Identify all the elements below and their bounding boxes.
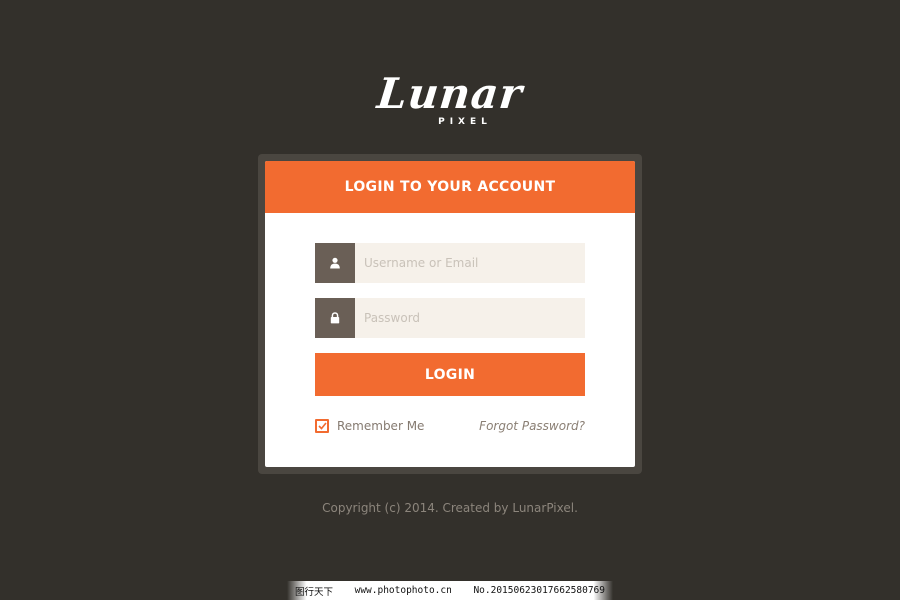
checkmark-icon	[317, 422, 327, 430]
login-button[interactable]: LOGIN	[315, 353, 585, 396]
watermark-strip: 图行天下 www.photophoto.cn No.20150623017662…	[287, 581, 613, 600]
logo-name: Lunar	[374, 69, 526, 118]
user-icon	[315, 243, 355, 283]
remember-me-checkbox[interactable]: Remember Me	[315, 419, 424, 433]
username-input[interactable]	[355, 243, 585, 283]
copyright-text: Copyright (c) 2014. Created by LunarPixe…	[322, 501, 578, 515]
login-card-title: LOGIN TO YOUR ACCOUNT	[265, 161, 635, 213]
login-card: LOGIN TO YOUR ACCOUNT LOGIN	[265, 161, 635, 467]
checkbox-box[interactable]	[315, 419, 329, 433]
password-input[interactable]	[355, 298, 585, 338]
watermark-number: No.20150623017662580769	[473, 585, 605, 596]
lock-icon	[315, 298, 355, 338]
brand-logo: Lunar PIXEL	[0, 69, 900, 128]
username-field	[315, 243, 585, 283]
logo-subtitle: PIXEL	[438, 117, 492, 127]
remember-me-label: Remember Me	[337, 419, 425, 433]
watermark-url: www.photophoto.cn	[354, 585, 452, 596]
forgot-password-link[interactable]: Forgot Password?	[479, 419, 585, 433]
login-card-frame: LOGIN TO YOUR ACCOUNT LOGIN	[258, 154, 642, 474]
watermark-site-name: 图行天下	[295, 586, 334, 598]
password-field	[315, 298, 585, 338]
